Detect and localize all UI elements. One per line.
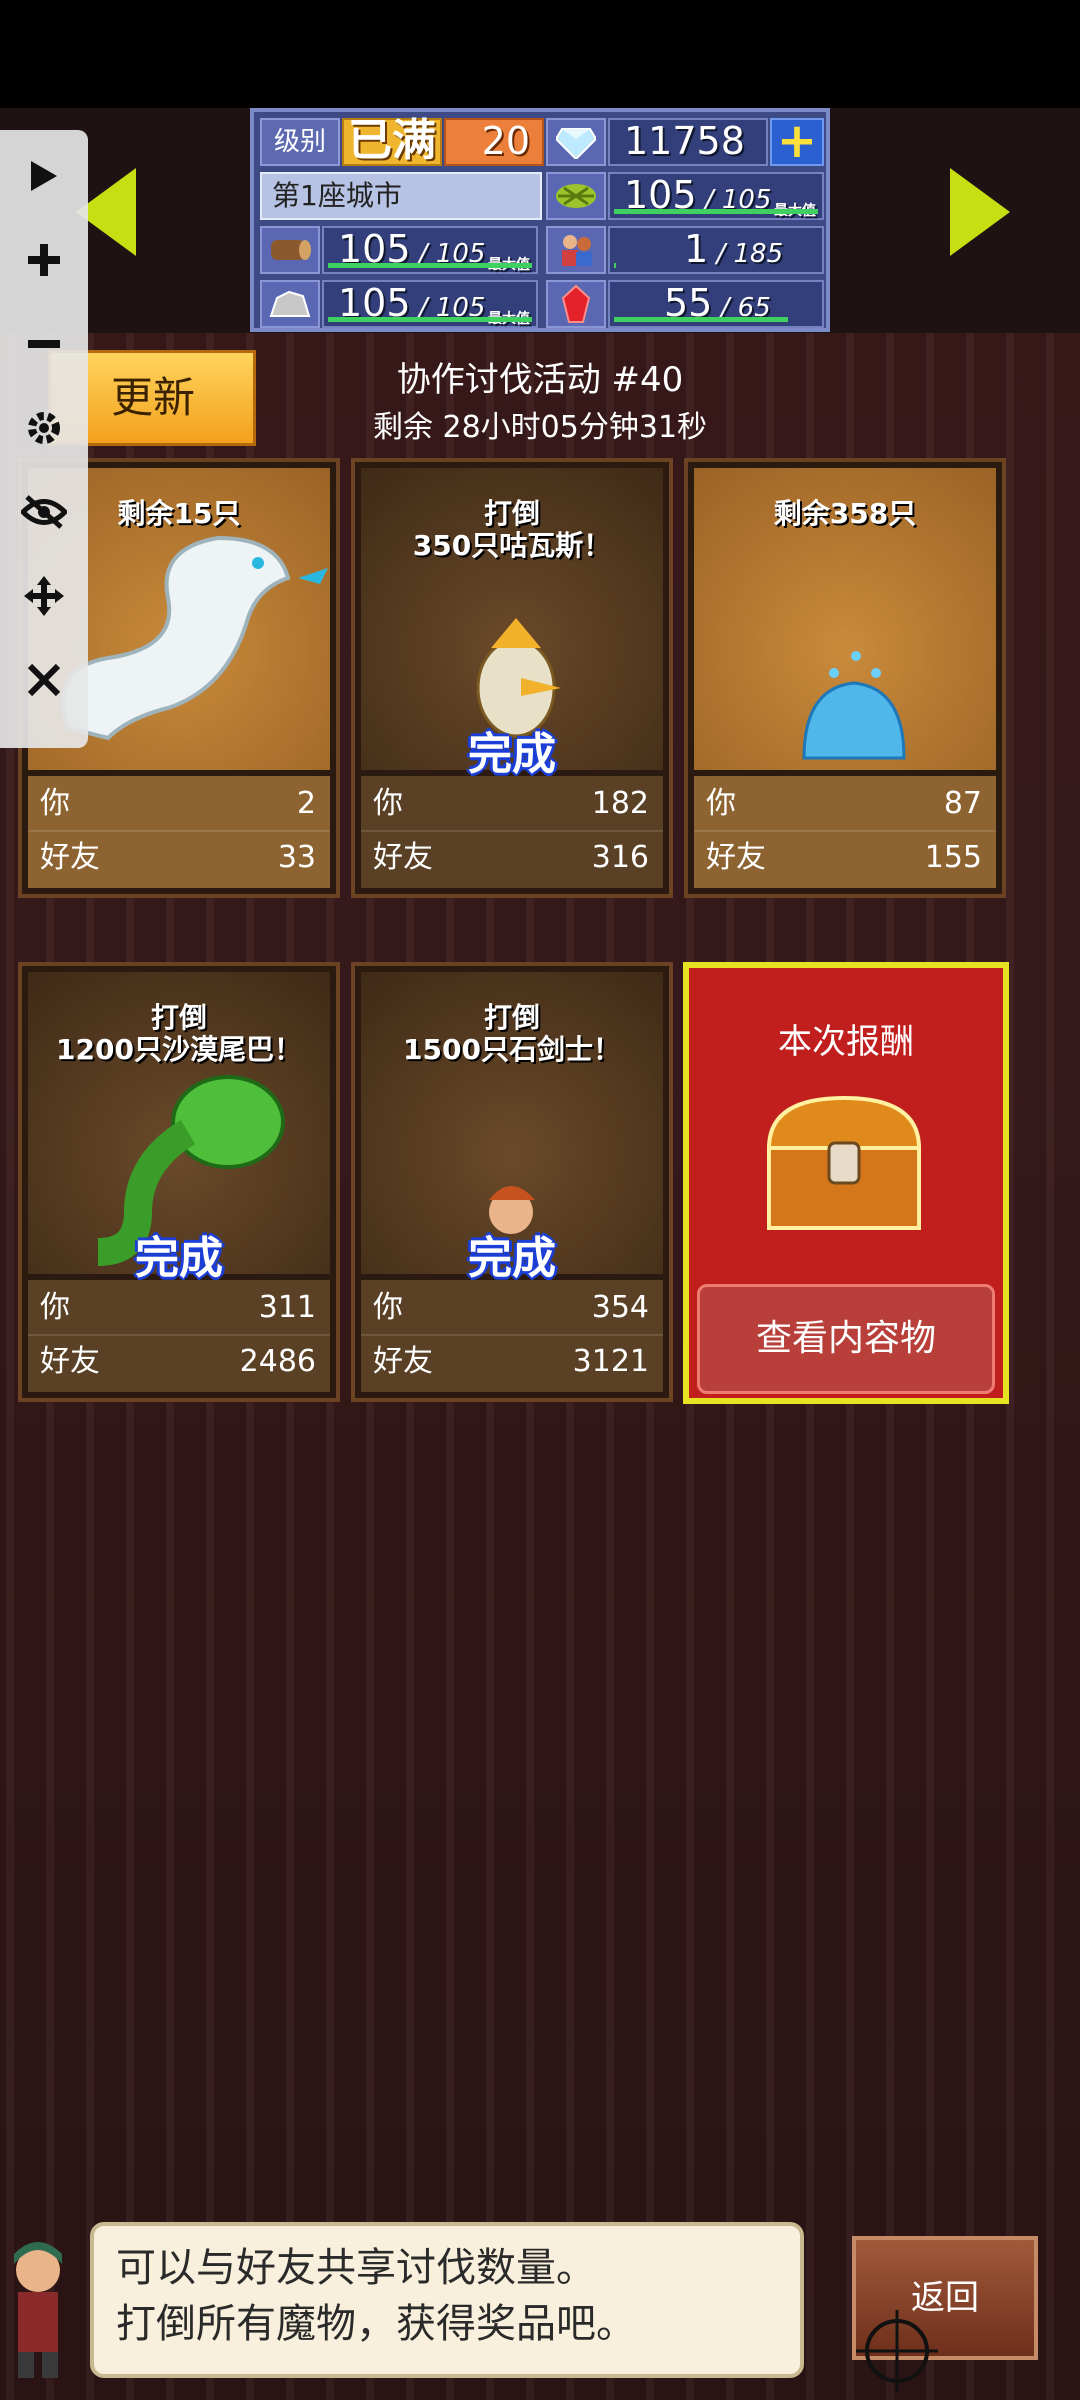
treasure-chest-icon: [766, 1095, 922, 1230]
wheat-amount: 105 / 105 最大值: [608, 172, 824, 220]
wood-bar: [328, 263, 532, 268]
buy-gems-button[interactable]: +: [770, 117, 824, 166]
level-label: 级别: [260, 118, 340, 166]
minus-icon[interactable]: [0, 304, 88, 384]
monster-card-3[interactable]: 剩余358只 你 87 好友 155: [684, 458, 1006, 898]
monster-card-5[interactable]: 打倒 1500只石剑士！ 完成 你 354 好友 3121: [351, 962, 673, 1402]
you-row: 你 182: [373, 778, 649, 830]
floating-toolbar: [0, 130, 88, 748]
level-value: 20: [444, 118, 544, 166]
crosshair-icon: [856, 2310, 938, 2392]
gem-icon: [546, 118, 606, 166]
friends-row: 好友 3121: [373, 1336, 649, 1388]
stone-icon: [260, 280, 320, 328]
card-caption: 打倒 1200只沙漠尾巴！: [56, 1001, 302, 1066]
friends-row: 好友 33: [40, 832, 316, 884]
card-stats: 你 311 好友 2486: [28, 1280, 330, 1392]
view-contents-button[interactable]: 查看内容物: [697, 1284, 995, 1394]
level-row: 级别 已满 20 11758 +: [260, 117, 824, 168]
level-max-badge: 已满: [342, 118, 442, 166]
hint-dialog: 可以与好友共享讨伐数量。 打倒所有魔物，获得奖品吧。: [90, 2222, 804, 2378]
reward-title: 本次报酬: [778, 1022, 914, 1062]
card-stats: 你 87 好友 155: [694, 776, 996, 888]
wheat-bar: [614, 209, 818, 214]
card-stats: 你2 好友 33: [28, 776, 330, 888]
you-count: 182: [591, 786, 649, 821]
you-row: 你 311: [40, 1282, 316, 1334]
friends-count: 33: [277, 840, 316, 875]
card-caption: 打倒 350只咕瓦斯！: [412, 497, 612, 562]
wood-log-icon: [260, 226, 320, 274]
complete-label: 完成: [135, 1233, 223, 1284]
move-icon[interactable]: [0, 556, 88, 636]
gem-count: 11758: [608, 118, 768, 166]
complete-label: 完成: [468, 1233, 556, 1284]
gear-icon[interactable]: [0, 388, 88, 468]
hint-line-2: 打倒所有魔物，获得奖品吧。: [116, 2301, 636, 2347]
wheat-icon: [546, 172, 606, 220]
you-count: 354: [591, 1290, 649, 1325]
hint-line-1: 可以与好友共享讨伐数量。: [116, 2245, 596, 2291]
friends-row: 好友 2486: [40, 1336, 316, 1388]
population-amount: 1 / 185: [608, 226, 824, 274]
you-count: 87: [943, 786, 982, 821]
resource-row-3: 105 / 105 最大值 55 / 65: [260, 280, 824, 330]
ruby-bar: [614, 317, 788, 322]
ruby-icon: [546, 280, 606, 328]
friends-count: 3121: [572, 1344, 649, 1379]
friends-count: 316: [591, 840, 649, 875]
monster-card-4[interactable]: 打倒 1200只沙漠尾巴！ 完成 你 311 好友 2486: [18, 962, 340, 1402]
status-bar: [0, 0, 1080, 108]
city-name[interactable]: 第1座城市: [260, 172, 542, 220]
guide-character-avatar: [14, 2242, 62, 2378]
play-icon[interactable]: [0, 136, 88, 216]
event-remaining-time: 剩余 28小时05分钟31秒: [372, 410, 708, 445]
eye-off-icon[interactable]: [0, 472, 88, 552]
event-title: 协作讨伐活动 #40: [396, 360, 684, 400]
card-caption: 打倒 1500只石剑士！: [403, 1001, 621, 1066]
stone-bar: [328, 317, 532, 322]
plus-icon[interactable]: [0, 220, 88, 300]
next-city-arrow-icon[interactable]: [950, 168, 1010, 256]
reward-card: 本次报酬 查看内容物: [683, 962, 1009, 1404]
stats-panel: 级别 已满 20 11758 + 第1座城市 105 / 105 最大值 105…: [250, 108, 830, 332]
population-icon: [546, 226, 606, 274]
you-row: 你 354: [373, 1282, 649, 1334]
card-stats: 你 182 好友 316: [361, 776, 663, 888]
complete-label: 完成: [468, 729, 556, 780]
city-row: 第1座城市 105 / 105 最大值: [260, 172, 824, 222]
you-count: 311: [258, 1290, 316, 1325]
wood-amount: 105 / 105 最大值: [322, 226, 538, 274]
stone-amount: 105 / 105 最大值: [322, 280, 538, 328]
you-row: 你2: [40, 778, 316, 830]
friends-count: 2486: [239, 1344, 316, 1379]
resource-row-2: 105 / 105 最大值 1 / 185: [260, 226, 824, 276]
ruby-amount: 55 / 65: [608, 280, 824, 328]
close-icon[interactable]: [0, 640, 88, 720]
friends-row: 好友 316: [373, 832, 649, 884]
card-caption: 剩余358只: [773, 497, 917, 530]
population-bar: [614, 263, 617, 268]
card-stats: 你 354 好友 3121: [361, 1280, 663, 1392]
you-count: 2: [296, 786, 316, 821]
friends-count: 155: [924, 840, 982, 875]
friends-row: 好友 155: [706, 832, 982, 884]
monster-card-2[interactable]: 打倒 350只咕瓦斯！ 完成 你 182 好友 316: [351, 458, 673, 898]
you-row: 你 87: [706, 778, 982, 830]
